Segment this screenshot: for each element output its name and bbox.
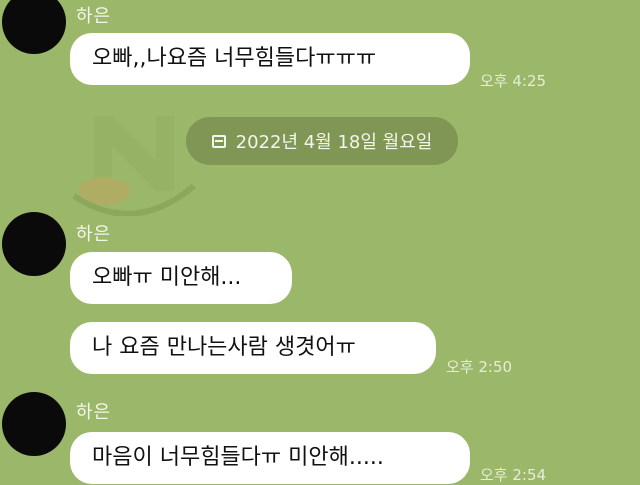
calendar-icon xyxy=(211,134,226,148)
message-time: 오후 2:50 xyxy=(446,358,513,376)
avatar[interactable] xyxy=(2,0,66,54)
sender-name: 하은 xyxy=(76,6,112,27)
chat-window: 하은 오빠,,나요즘 너무힘들다ㅠㅠㅠ 오후 4:25 2022년 4월 18일… xyxy=(0,0,640,484)
date-divider: 2022년 4월 18일 월요일 xyxy=(186,117,458,165)
sender-name: 하은 xyxy=(76,402,112,423)
message-bubble[interactable]: 마음이 너무힘들다ㅠ 미안해..... xyxy=(70,432,470,484)
sender-name: 하은 xyxy=(76,224,112,245)
date-label: 2022년 4월 18일 월요일 xyxy=(235,132,433,153)
message-bubble[interactable]: 나 요즘 만나는사람 생겻어ㅠ xyxy=(70,322,436,374)
message-time: 오후 2:54 xyxy=(480,466,547,484)
message-bubble[interactable]: 오빠,,나요즘 너무힘들다ㅠㅠㅠ xyxy=(70,33,470,85)
watermark-logo xyxy=(72,116,196,216)
message-bubble[interactable]: 오빠ㅠ 미안해... xyxy=(70,252,292,304)
avatar[interactable] xyxy=(2,392,66,456)
message-time: 오후 4:25 xyxy=(480,72,547,90)
avatar[interactable] xyxy=(2,212,66,276)
